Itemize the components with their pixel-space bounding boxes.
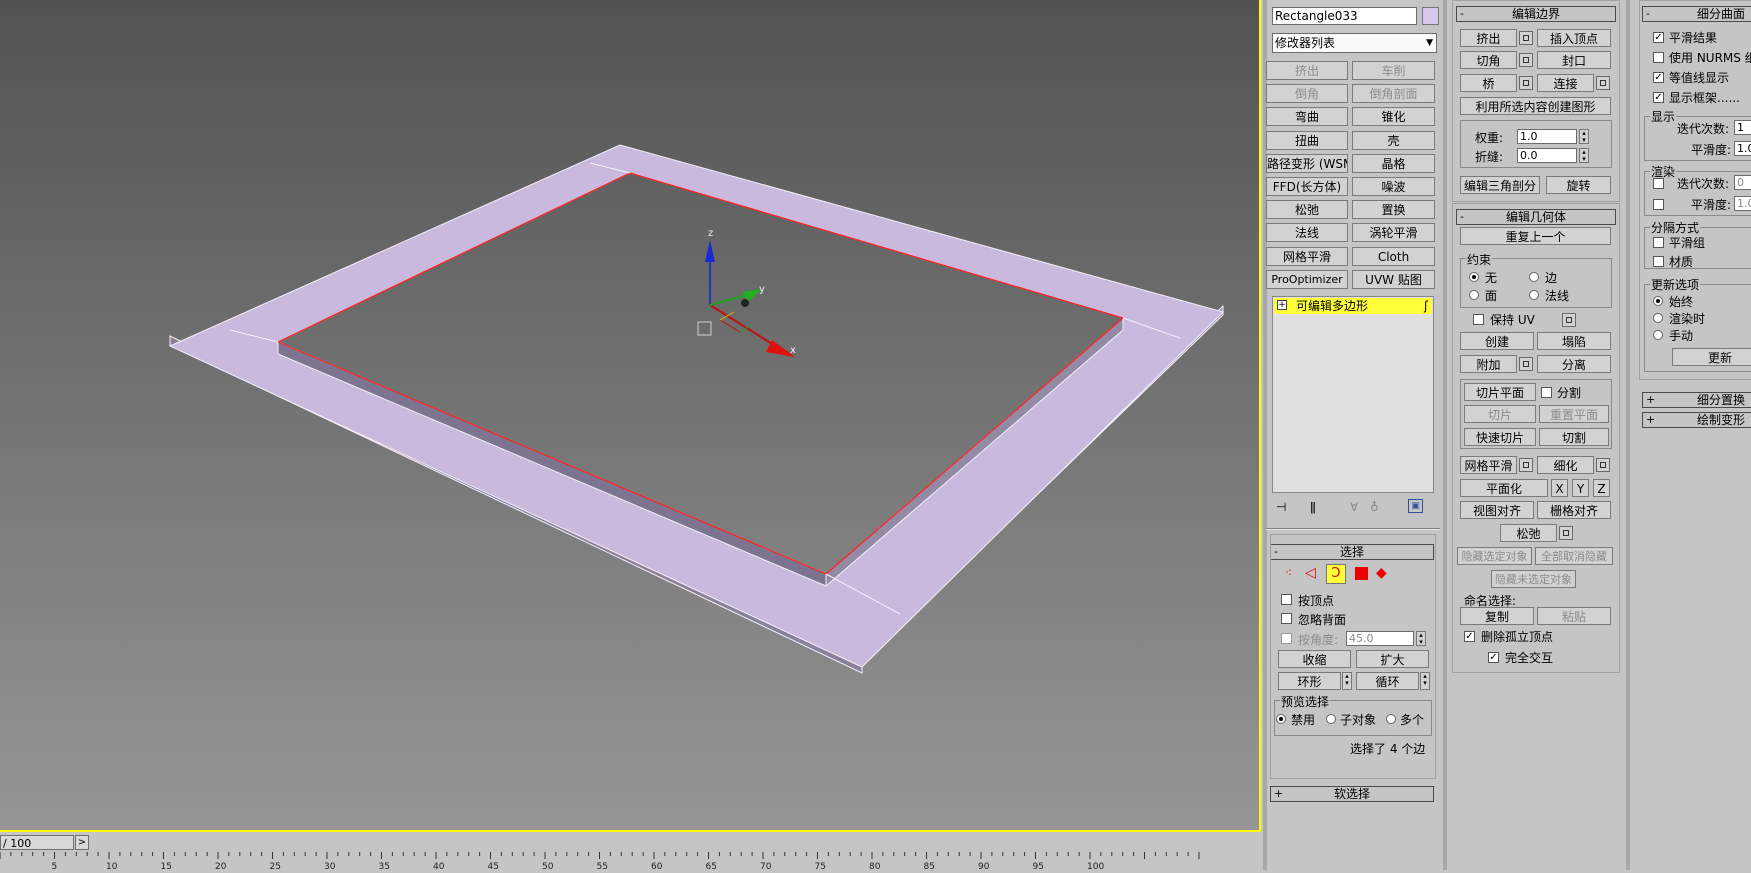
modifier-button[interactable]: 路径变形 (WSM) [1266,153,1348,173]
modifier-button[interactable]: 法线 [1266,223,1348,243]
edit-geometry-frame [1452,203,1620,673]
ruler-tick-label: 40 [433,862,445,870]
ruler-tick-label: 15 [161,862,172,870]
expand-plus-icon[interactable]: + [1277,300,1287,310]
ruler-tick-label: 60 [651,862,663,870]
ruler-tick-label: 20 [215,862,227,870]
object-color-swatch[interactable] [1422,7,1439,25]
transform-gizmo[interactable] [697,240,795,357]
subdivision-surface-frame [1639,0,1751,380]
ruler-tick-label: 80 [869,862,881,870]
rollout-title: 绘制变形 [1697,413,1746,427]
modifier-button[interactable]: 扭曲 [1266,130,1348,150]
light-bulb-icon[interactable]: ʃ [1424,298,1428,314]
subdivision-displacement-rollout-header[interactable]: + 细分置换 [1642,392,1751,408]
timeline-ruler[interactable]: 5 10 15 20 25 30 35 40 45 50 55 60 65 70 75 80 85 90 95 100 [0,852,1263,872]
rollout-title: 细分置换 [1697,393,1746,407]
axis-y-label: y [759,284,765,295]
object-name-field[interactable]: Rectangle033 [1272,7,1417,25]
show-end-result-icon[interactable]: ǁ [1310,500,1316,514]
ruler-tick-label: 75 [815,862,826,870]
modifier-button[interactable]: 壳 [1352,130,1435,150]
modifier-button[interactable]: 噪波 [1352,177,1435,196]
edit-edges-frame [1452,0,1620,202]
ruler-tick-label: 55 [597,862,608,870]
modifier-button[interactable]: 挤出 [1266,61,1348,80]
ruler-tick-label: 65 [706,862,717,870]
modifier-button[interactable]: 晶格 [1352,153,1435,173]
modifier-button[interactable]: FFD(长方体) [1266,177,1348,196]
modifier-button[interactable]: Cloth [1352,246,1435,266]
rollout-title: 软选择 [1333,787,1370,801]
ruler-tick-label: 30 [324,862,336,870]
ruler-tick-label: 25 [270,862,281,870]
modifier-list-label: 修改器列表 [1275,36,1336,50]
axis-x-label: x [790,345,796,356]
axis-z-label: z [708,228,713,239]
make-unique-icon[interactable]: ∀ [1350,500,1358,514]
ruler-tick-label: 45 [488,862,499,870]
frame-inner-wall-front [277,341,827,587]
panel-divider [1626,0,1630,870]
soft-selection-rollout-header[interactable]: + 软选择 [1270,786,1434,802]
ruler-tick-label: 85 [924,862,935,870]
frame-top-face [168,144,1224,668]
modifier-button[interactable]: 倒角剖面 [1352,84,1435,104]
ruler-tick-label: 10 [106,862,118,870]
modifier-button[interactable]: 弯曲 [1266,107,1348,127]
time-slider-bar [0,832,1263,852]
stack-item-editable-poly[interactable]: + 可编辑多边形 ʃ [1274,298,1432,314]
modifier-list-dropdown[interactable]: 修改器列表 ▼ [1272,33,1437,53]
modifier-button[interactable]: UVW 贴图 [1352,269,1435,289]
paint-deformation-rollout-header[interactable]: + 绘制变形 [1642,412,1751,428]
panel-divider [1443,0,1447,870]
ruler-tick-label: 70 [760,862,772,870]
ruler-tick-label: 35 [379,862,390,870]
stack-item-label: 可编辑多边形 [1296,299,1369,313]
modifier-button[interactable]: 车削 [1352,61,1435,80]
modifier-button[interactable]: 置换 [1352,200,1435,220]
modifier-button[interactable]: 网格平滑 [1266,246,1348,266]
ruler-tick-label: 90 [978,862,990,870]
modifier-button[interactable]: ProOptimizer [1266,269,1348,289]
modifier-button[interactable]: 松弛 [1266,200,1348,220]
time-slider-display[interactable]: / 100 [0,835,74,850]
remove-modifier-icon[interactable]: ♁ [1370,500,1379,514]
perspective-viewport[interactable]: z y x [0,0,1261,832]
ruler-tick-label: 95 [1033,862,1044,870]
configure-sets-icon[interactable]: ▣ [1408,499,1423,513]
ruler-tick-label: 5 [52,862,58,870]
stack-toolbar: ⊣ ǁ ∀ ♁ ▣ [1272,498,1434,518]
modifier-button[interactable]: 涡轮平滑 [1352,223,1435,243]
selection-rollout-frame [1270,534,1436,779]
modifier-button[interactable]: 锥化 [1352,107,1435,127]
pin-stack-icon[interactable]: ⊣ [1276,500,1286,514]
ruler-tick-label: 50 [542,862,554,870]
separator [1266,528,1440,530]
chevron-down-icon: ▼ [1426,38,1433,48]
ruler-tick-label: 100 [1087,862,1104,870]
time-next-button[interactable]: > [75,835,89,850]
modifier-stack[interactable]: + 可编辑多边形 ʃ [1272,296,1434,493]
modifier-button[interactable]: 倒角 [1266,84,1348,104]
